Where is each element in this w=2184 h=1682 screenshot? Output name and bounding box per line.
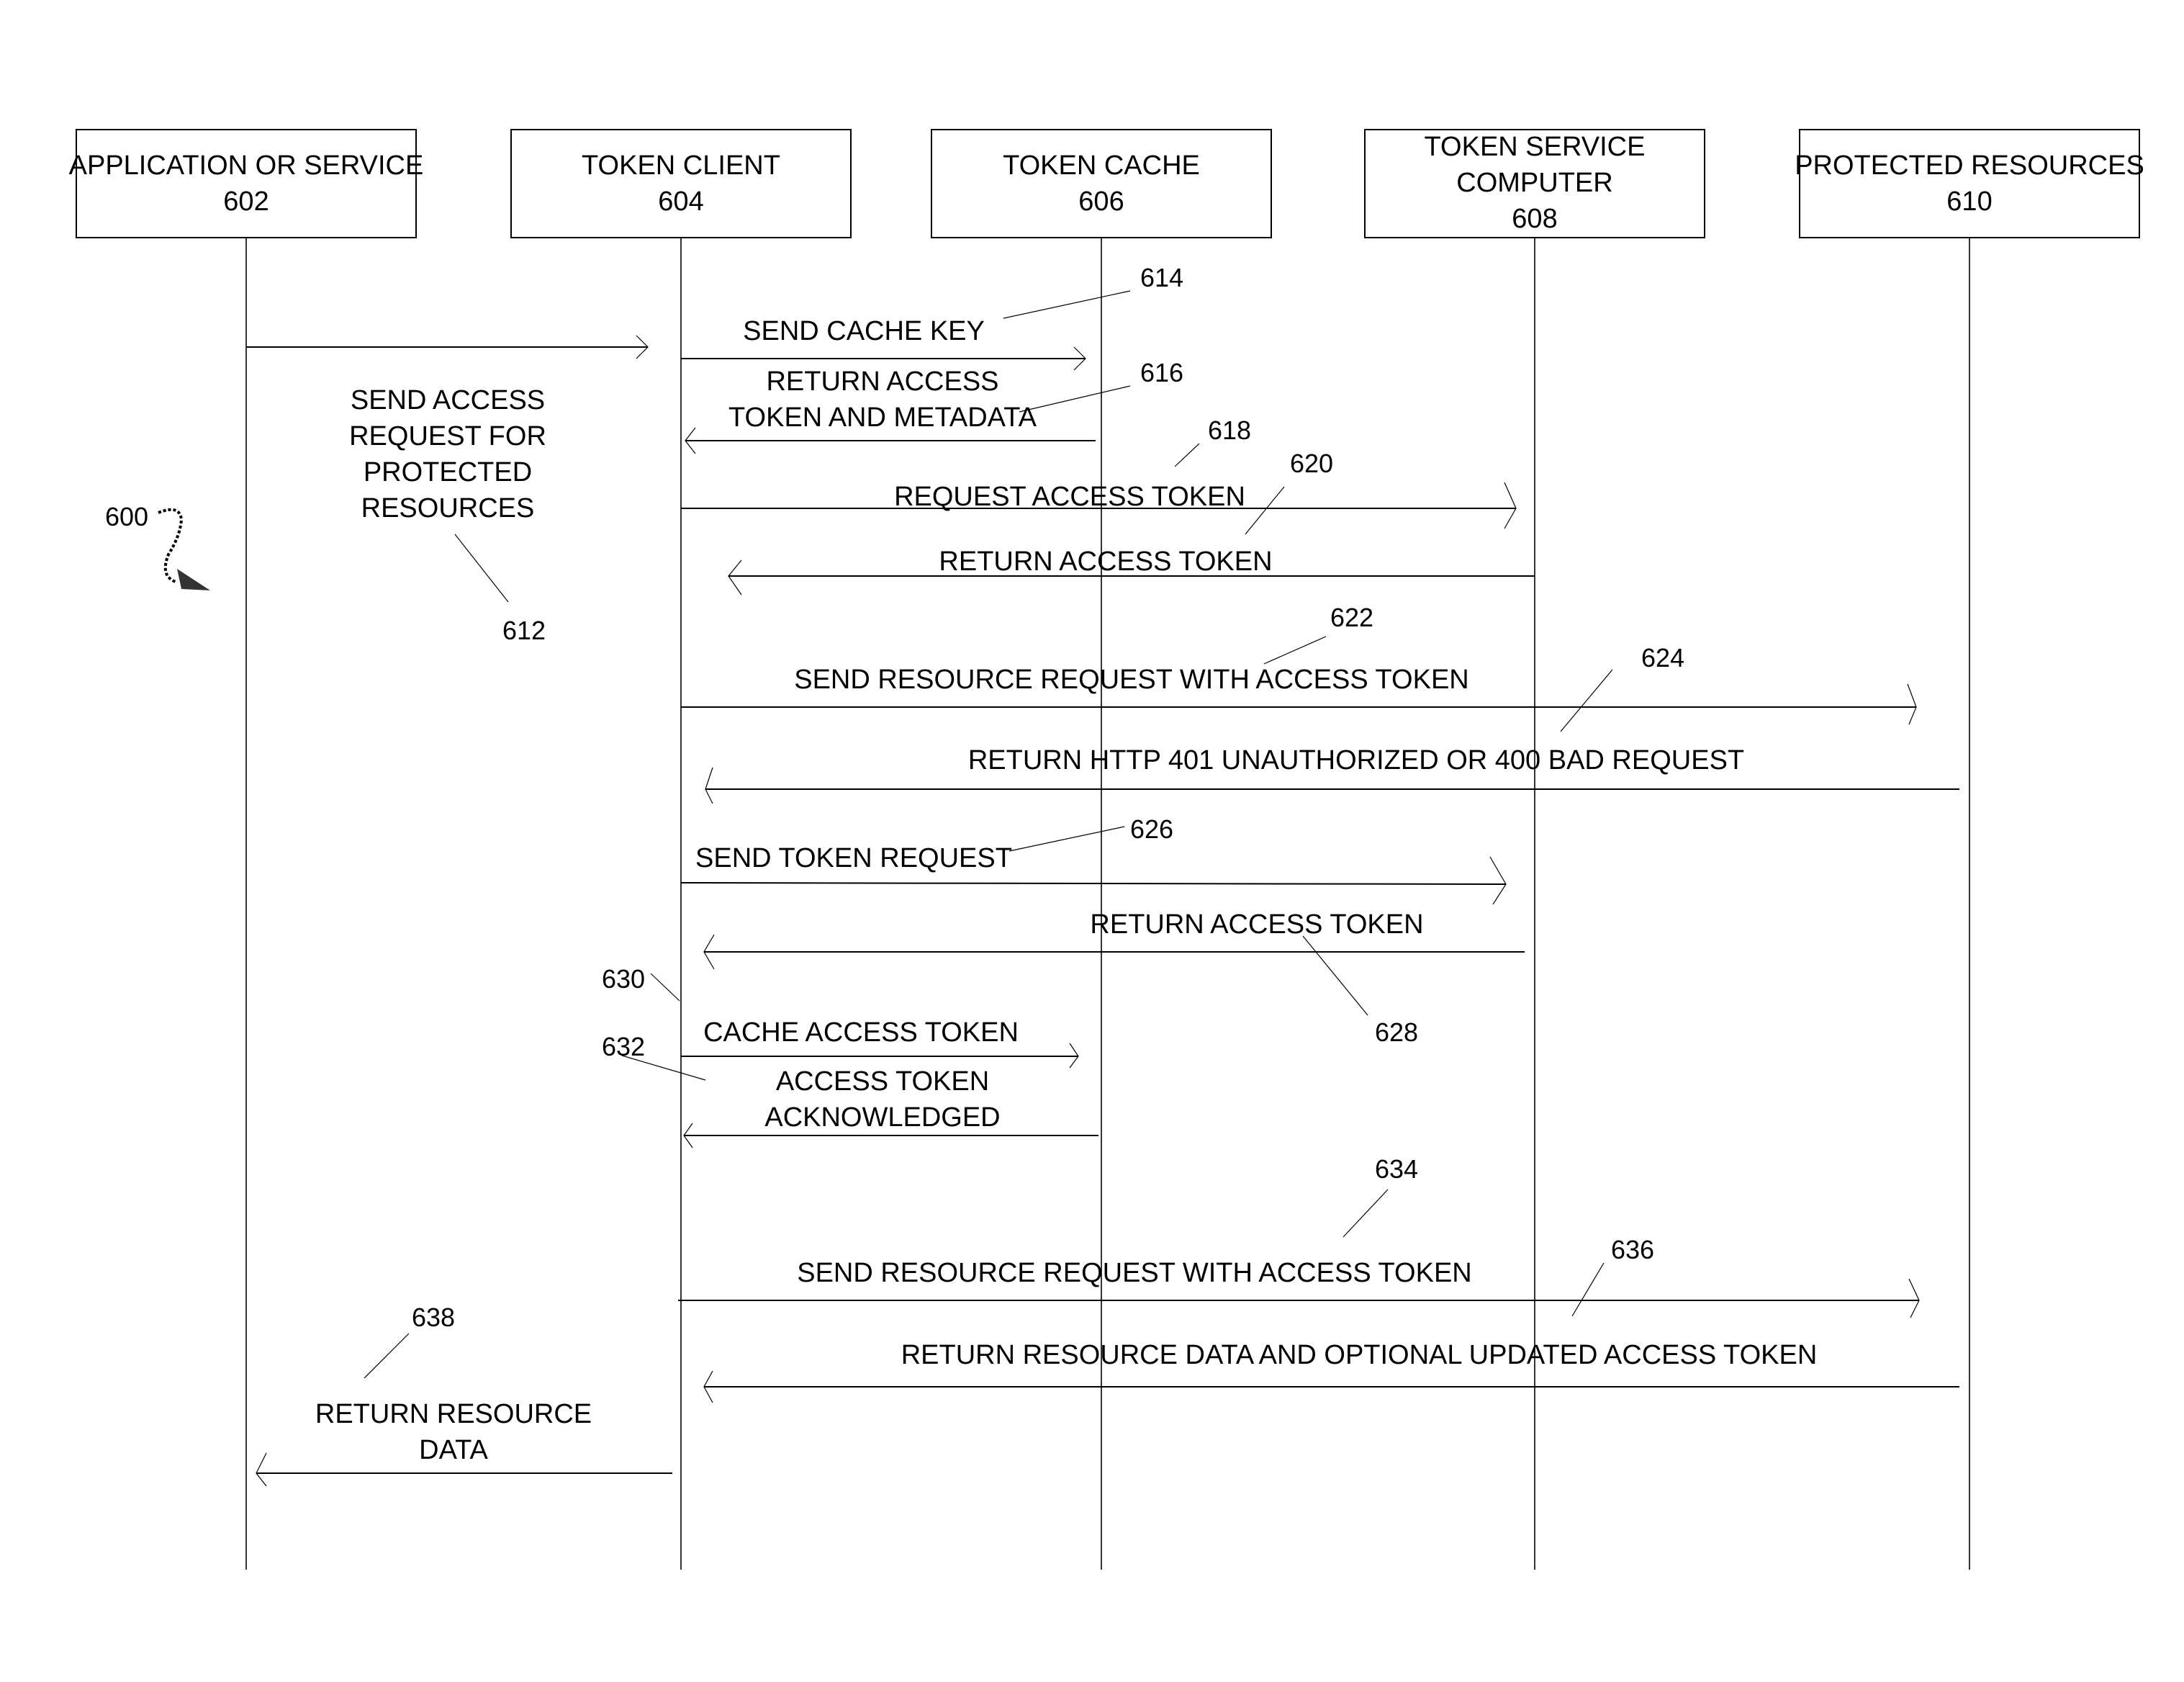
message-ref: 628: [1375, 1017, 1418, 1047]
message-616: RETURN ACCESS TOKEN AND METADATA 616: [685, 358, 1183, 454]
message-label-line: RESOURCES: [361, 493, 535, 523]
participant-ref: 608: [1512, 204, 1557, 234]
message-ref: 618: [1208, 415, 1251, 445]
participant-ref: 604: [658, 186, 703, 217]
message-638: RETURN RESOURCE DATA 638: [256, 1303, 672, 1487]
leader-line: [1571, 1262, 1605, 1317]
participant-ref: 602: [223, 186, 269, 217]
participant-application-or-service: APPLICATION OR SERVICE 602: [69, 129, 424, 1570]
leader-line: [1008, 826, 1125, 852]
arrowhead-right-icon: [1907, 683, 1917, 725]
message-632: ACCESS TOKEN ACKNOWLEDGED 632: [602, 1032, 1098, 1148]
message-label-line: SEND ACCESS: [351, 385, 545, 415]
participant-ref: 610: [1946, 186, 1992, 217]
leader-line: [1019, 385, 1131, 413]
message-ref: 612: [502, 616, 546, 645]
message-label-line: REQUEST ACCESS TOKEN: [894, 482, 1245, 512]
participant-protected-resources: PROTECTED RESOURCES 610: [1795, 129, 2144, 1570]
figure-ref: 600: [105, 502, 210, 590]
figure-ref-number: 600: [105, 502, 148, 531]
message-ref: 634: [1375, 1154, 1418, 1184]
arrowhead-left-icon: [705, 767, 713, 804]
participant-box: [76, 129, 417, 238]
leader-line: [1003, 290, 1131, 319]
message-ref: 632: [602, 1032, 645, 1061]
participant-box: [931, 129, 1272, 238]
message-ref: 630: [602, 964, 645, 994]
message-ref: 614: [1140, 263, 1183, 292]
message-label-line: TOKEN AND METADATA: [728, 402, 1037, 433]
participant-name: PROTECTED RESOURCES: [1795, 150, 2144, 181]
message-label-line: SEND RESOURCE REQUEST WITH ACCESS TOKEN: [797, 1258, 1472, 1288]
message-label-line: PROTECTED: [364, 457, 532, 487]
leader-line: [454, 534, 509, 603]
leader-line: [364, 1333, 410, 1379]
message-label-line: ACCESS TOKEN: [776, 1066, 989, 1097]
arrowhead-left-icon: [256, 1452, 267, 1487]
message-626: SEND TOKEN REQUEST 626: [680, 814, 1507, 905]
participant-name: TOKEN CLIENT: [582, 150, 780, 181]
participant-name: APPLICATION OR SERVICE: [69, 150, 424, 181]
participant-name-line-2: COMPUTER: [1456, 168, 1612, 198]
arrowhead-left-icon: [728, 559, 742, 595]
leader-line: [1245, 486, 1285, 535]
participant-name-line-1: TOKEN SERVICE: [1425, 132, 1646, 162]
message-arrow: [680, 882, 1507, 885]
arrowhead-right-icon: [1908, 1278, 1920, 1318]
message-630: CACHE ACCESS TOKEN 630: [602, 964, 1079, 1069]
leader-line: [650, 973, 680, 1002]
message-label-line: DATA: [419, 1435, 488, 1465]
message-label-line: SEND CACHE KEY: [743, 316, 985, 346]
message-ref: 636: [1611, 1235, 1654, 1264]
message-634: SEND RESOURCE REQUEST WITH ACCESS TOKEN …: [678, 1154, 1920, 1318]
message-label-line: RETURN ACCESS: [766, 366, 998, 397]
leader-line: [1560, 669, 1613, 732]
message-ref: 620: [1290, 449, 1333, 478]
messages: SEND ACCESS REQUEST FOR PROTECTED RESOUR…: [246, 263, 1959, 1487]
arrowhead-right-icon: [1504, 482, 1517, 529]
leader-line: [1343, 1189, 1389, 1238]
message-label-line: REQUEST FOR: [349, 421, 546, 451]
message-label-line: RETURN HTTP 401 UNAUTHORIZED OR 400 BAD …: [968, 745, 1744, 775]
message-620: RETURN ACCESS TOKEN 620: [728, 449, 1535, 595]
participant-ref: 606: [1078, 186, 1124, 217]
message-614: SEND CACHE KEY 614: [681, 263, 1183, 371]
arrowhead-right-icon: [1489, 856, 1507, 905]
squiggle-arrow-icon: [158, 508, 210, 590]
message-622: SEND RESOURCE REQUEST WITH ACCESS TOKEN …: [681, 603, 1917, 725]
message-ref: 638: [412, 1303, 455, 1332]
leader-line: [1263, 636, 1327, 665]
participant-name: TOKEN CACHE: [1003, 150, 1200, 181]
message-label-line: RETURN ACCESS TOKEN: [1090, 909, 1423, 940]
message-label-line: ACKNOWLEDGED: [764, 1102, 1000, 1133]
participant-box: [510, 129, 852, 238]
leader-line: [1302, 935, 1368, 1016]
message-label-line: SEND TOKEN REQUEST: [695, 843, 1012, 873]
message-ref: 622: [1330, 603, 1373, 632]
message-ref: 624: [1641, 643, 1684, 673]
message-ref: 616: [1140, 358, 1183, 387]
sequence-diagram: APPLICATION OR SERVICE 602 TOKEN CLIENT …: [69, 129, 2144, 1570]
message-label-line: SEND RESOURCE REQUEST WITH ACCESS TOKEN: [794, 665, 1469, 695]
leader-line: [1174, 443, 1200, 467]
message-label-line: CACHE ACCESS TOKEN: [703, 1017, 1019, 1048]
message-612: SEND ACCESS REQUEST FOR PROTECTED RESOUR…: [246, 335, 649, 645]
message-ref: 626: [1130, 814, 1173, 844]
message-label-line: RETURN ACCESS TOKEN: [939, 547, 1272, 577]
message-label-line: RETURN RESOURCE: [315, 1399, 592, 1429]
message-label-line: RETURN RESOURCE DATA AND OPTIONAL UPDATE…: [901, 1340, 1818, 1370]
participant-box: [1799, 129, 2140, 238]
